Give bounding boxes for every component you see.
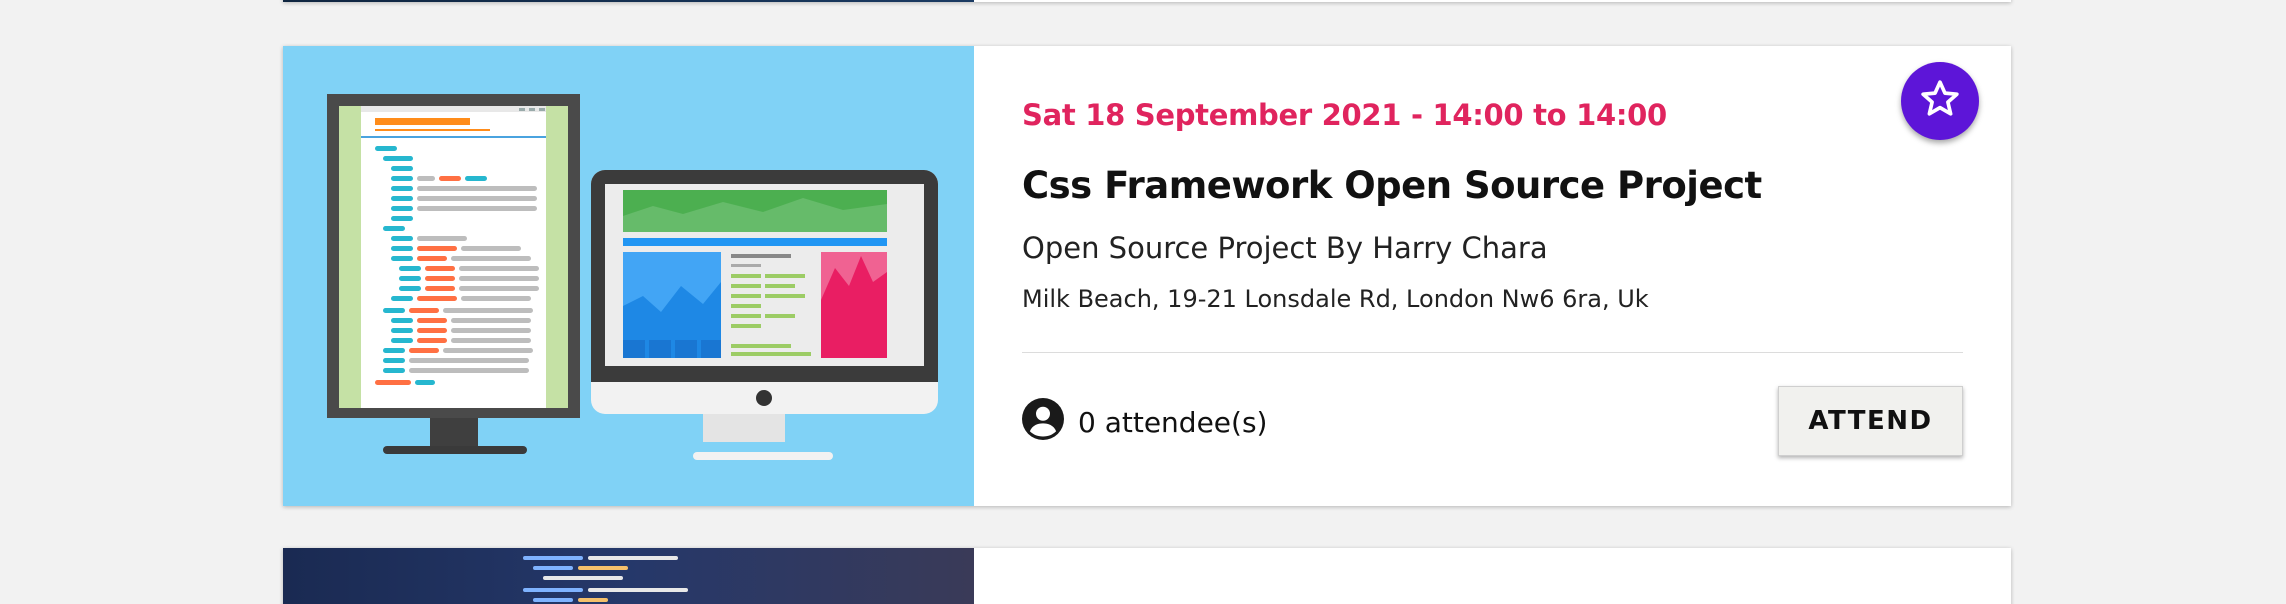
attend-button[interactable]: ATTEND <box>1778 386 1963 456</box>
star-outline-icon <box>1918 77 1962 126</box>
event-subtitle: Open Source Project By Harry Chara <box>1022 231 1548 265</box>
divider <box>1022 352 1963 353</box>
event-location: Milk Beach, 19-21 Lonsdale Rd, London Nw… <box>1022 285 1649 313</box>
event-image-next <box>283 548 974 604</box>
event-date-time: Sat 18 September 2021 - 14:00 to 14:00 <box>1022 98 1667 132</box>
events-list: Sat 18 September 2021 - 14:00 to 14:00 C… <box>0 0 2286 604</box>
event-card-next[interactable] <box>283 548 2011 604</box>
event-image-previous <box>283 0 974 2</box>
event-card[interactable]: Sat 18 September 2021 - 14:00 to 14:00 C… <box>283 46 2011 506</box>
event-title[interactable]: Css Framework Open Source Project <box>1022 164 1963 207</box>
event-details: Sat 18 September 2021 - 14:00 to 14:00 C… <box>974 46 2011 506</box>
event-card-previous[interactable] <box>283 0 2011 2</box>
event-image <box>283 46 974 506</box>
account-circle-icon <box>1022 398 1064 447</box>
attendees-label: 0 attendee(s) <box>1078 406 1268 439</box>
computer-monitors-illustration <box>327 94 938 460</box>
attendees-count: 0 attendee(s) <box>1022 398 1267 447</box>
favorite-button[interactable] <box>1901 62 1979 140</box>
